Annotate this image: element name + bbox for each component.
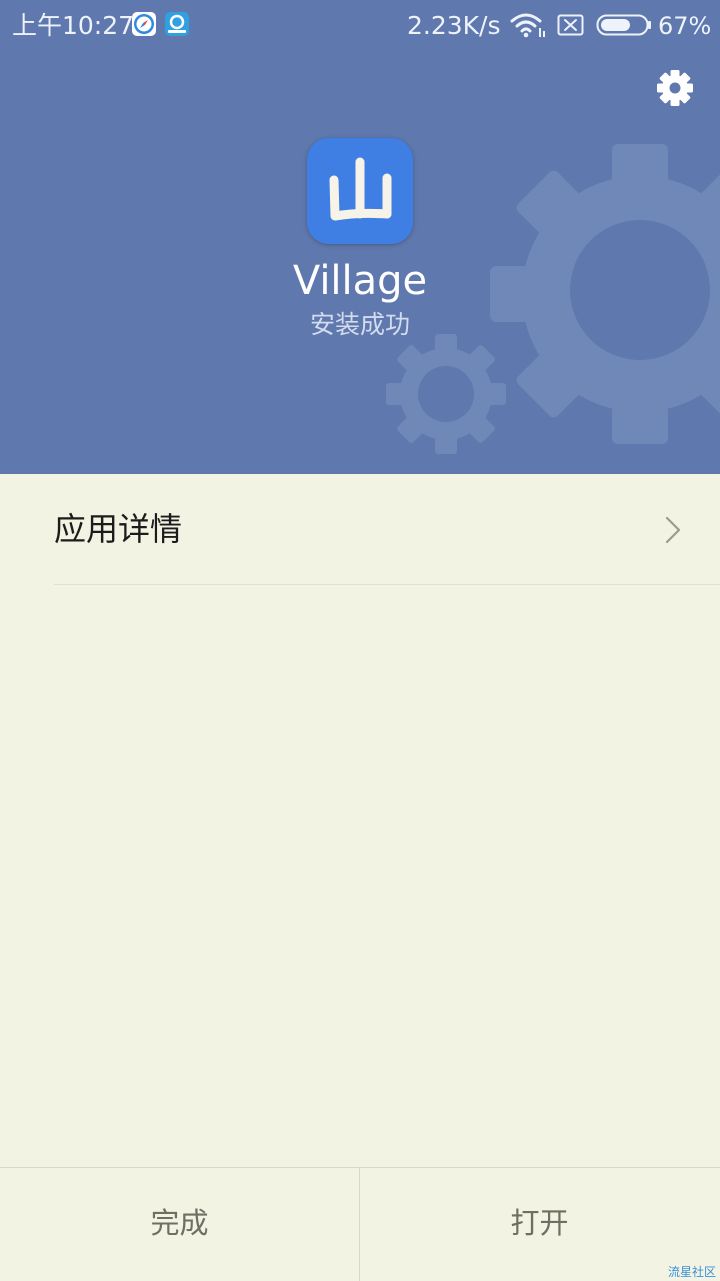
wifi-icon bbox=[510, 13, 545, 38]
watermark: 流星社区 bbox=[668, 1265, 717, 1279]
mountain-glyph-icon bbox=[329, 157, 392, 221]
app-name: Village bbox=[292, 258, 428, 304]
install-header: 上午10:27 2.23K/s 67% Village 安装成功 bbox=[0, 0, 720, 474]
battery-percentage: 67% bbox=[658, 12, 712, 40]
install-status-text: 安装成功 bbox=[309, 310, 410, 339]
network-speed: 2.23K/s bbox=[407, 11, 501, 40]
no-sim-icon bbox=[557, 14, 584, 36]
app-details-row[interactable]: 应用详情 bbox=[0, 474, 720, 584]
open-button[interactable]: 打开 bbox=[360, 1168, 719, 1281]
status-time: 上午10:27 bbox=[12, 11, 135, 40]
bottom-action-bar: 完成 打开 bbox=[0, 1167, 720, 1281]
app-details-label: 应用详情 bbox=[54, 510, 183, 548]
done-button[interactable]: 完成 bbox=[0, 1168, 359, 1281]
status-bar: 上午10:27 2.23K/s 67% bbox=[0, 0, 720, 52]
details-divider bbox=[54, 584, 720, 585]
app-icon bbox=[307, 138, 413, 244]
gear-icon[interactable] bbox=[656, 69, 694, 107]
battery-icon bbox=[596, 14, 651, 36]
compass-app-icon bbox=[132, 12, 156, 36]
chevron-right-icon bbox=[665, 516, 681, 544]
gear-decoration-small-icon bbox=[386, 334, 506, 454]
qq-browser-icon bbox=[165, 12, 189, 36]
